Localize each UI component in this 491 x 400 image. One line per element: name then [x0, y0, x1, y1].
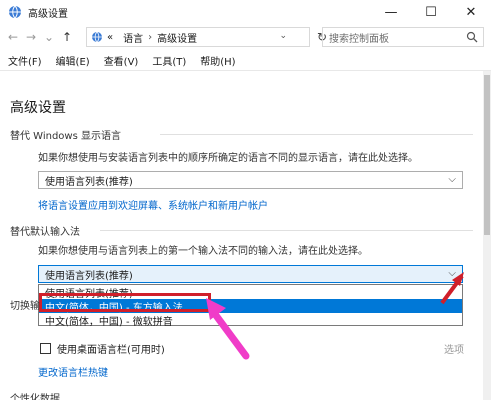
up-button[interactable]: ↑: [58, 27, 76, 47]
switch-input-label: 切换输: [10, 301, 40, 312]
search-placeholder: 搜索控制面板: [329, 33, 389, 45]
page-title: 高级设置: [10, 100, 66, 116]
dropdown-option[interactable]: 中文(简体，中国) - 微软拼音: [39, 313, 462, 328]
vertical-scrollbar[interactable]: [483, 71, 491, 400]
language-bar-checkbox-row[interactable]: 使用桌面语言栏(可用时): [40, 341, 165, 356]
display-language-description: 如果你想使用与安装语言列表中的顺序所确定的语言不同的显示语言，请在此处选择。: [38, 153, 418, 164]
apply-language-settings-link[interactable]: 将语言设置应用到欢迎屏幕、系统帐户和新用户帐户: [38, 197, 268, 212]
menu-edit[interactable]: 编辑(E): [56, 53, 90, 68]
display-language-select[interactable]: 使用语言列表(推荐) ⌵: [38, 171, 463, 189]
close-button[interactable]: ✕: [451, 0, 491, 24]
breadcrumb-prefix[interactable]: «: [107, 32, 113, 43]
menu-help[interactable]: 帮助(H): [200, 53, 235, 68]
chevron-down-icon: ⌵: [448, 174, 456, 185]
display-language-select-value: 使用语言列表(推荐): [45, 176, 133, 188]
minimize-button[interactable]: —: [371, 0, 411, 24]
display-language-heading: 替代 Windows 显示语言: [10, 131, 121, 142]
language-settings-icon: [9, 5, 21, 19]
section-divider: [160, 134, 473, 135]
personalization-heading: 个性化数据: [10, 394, 60, 400]
menu-bar: 文件(F) 编辑(E) 查看(V) 工具(T) 帮助(H): [0, 50, 491, 70]
forward-button[interactable]: →: [22, 27, 40, 47]
title-bar: 高级设置 — ☐ ✕: [0, 0, 491, 24]
language-bar-options-link[interactable]: 选项: [444, 341, 464, 356]
language-bar-checkbox-label: 使用桌面语言栏(可用时): [57, 345, 165, 356]
chevron-down-icon[interactable]: ⌵: [448, 268, 456, 279]
input-method-heading: 替代默认输入法: [10, 227, 80, 238]
change-hotkeys-link[interactable]: 更改语言栏热键: [38, 364, 108, 379]
control-panel-icon: [92, 31, 102, 43]
menu-view[interactable]: 查看(V): [104, 53, 139, 68]
search-input[interactable]: 搜索控制面板: [322, 27, 484, 47]
navigation-bar: ← → ⌄ ↑ « 语言 › 高级设置 ⌄ ↻ 搜索控制面板: [0, 24, 491, 50]
content-area: 高级设置 替代 Windows 显示语言 如果你想使用与安装语言列表中的顺序所确…: [0, 70, 491, 400]
address-dropdown-icon[interactable]: ⌄: [279, 31, 287, 41]
recent-locations-button[interactable]: ⌄: [40, 27, 58, 47]
window-title: 高级设置: [28, 8, 68, 20]
address-bar[interactable]: « 语言 › 高级设置 ⌄: [86, 27, 310, 47]
input-method-description: 如果你想使用与语言列表上的第一个输入法不同的输入法，请在此处选择。: [38, 246, 368, 257]
scrollbar-thumb[interactable]: [484, 75, 490, 235]
language-bar-checkbox[interactable]: [40, 343, 51, 354]
breadcrumb-item-language[interactable]: 语言: [123, 30, 143, 45]
menu-tools[interactable]: 工具(T): [152, 53, 186, 68]
section-divider: [100, 230, 473, 231]
menu-file[interactable]: 文件(F): [8, 53, 42, 68]
annotation-highlight-box: [39, 293, 211, 312]
breadcrumb-item-advanced[interactable]: 高级设置: [157, 30, 197, 45]
input-method-select[interactable]: 使用语言列表(推荐) ⌵: [38, 265, 463, 283]
maximize-button[interactable]: ☐: [411, 0, 451, 24]
window-controls: — ☐ ✕: [371, 0, 491, 24]
breadcrumb-separator[interactable]: ›: [148, 32, 152, 43]
input-method-select-value: 使用语言列表(推荐): [45, 270, 133, 282]
back-button[interactable]: ←: [4, 27, 22, 47]
search-icon[interactable]: [466, 31, 478, 43]
